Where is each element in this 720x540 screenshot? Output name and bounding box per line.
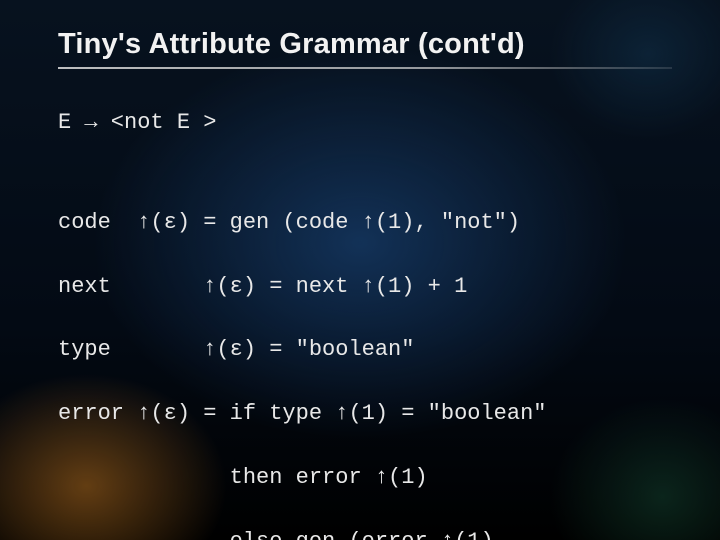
attribute-rules-block: code ↑(ε) = gen (code ↑(1), "not") next …: [58, 175, 672, 540]
title-underline: [58, 67, 672, 69]
slide-title: Tiny's Attribute Grammar (cont'd): [58, 28, 672, 61]
rule-line: type ↑(ε) = "boolean": [58, 334, 672, 366]
rule-line: else gen (error ↑(1),: [58, 526, 672, 540]
rule-line: error ↑(ε) = if type ↑(1) = "boolean": [58, 398, 672, 430]
rule-line: next ↑(ε) = next ↑(1) + 1: [58, 271, 672, 303]
grammar-production: E → <not E >: [58, 107, 672, 139]
rule-line: code ↑(ε) = gen (code ↑(1), "not"): [58, 207, 672, 239]
rule-line: then error ↑(1): [58, 462, 672, 494]
